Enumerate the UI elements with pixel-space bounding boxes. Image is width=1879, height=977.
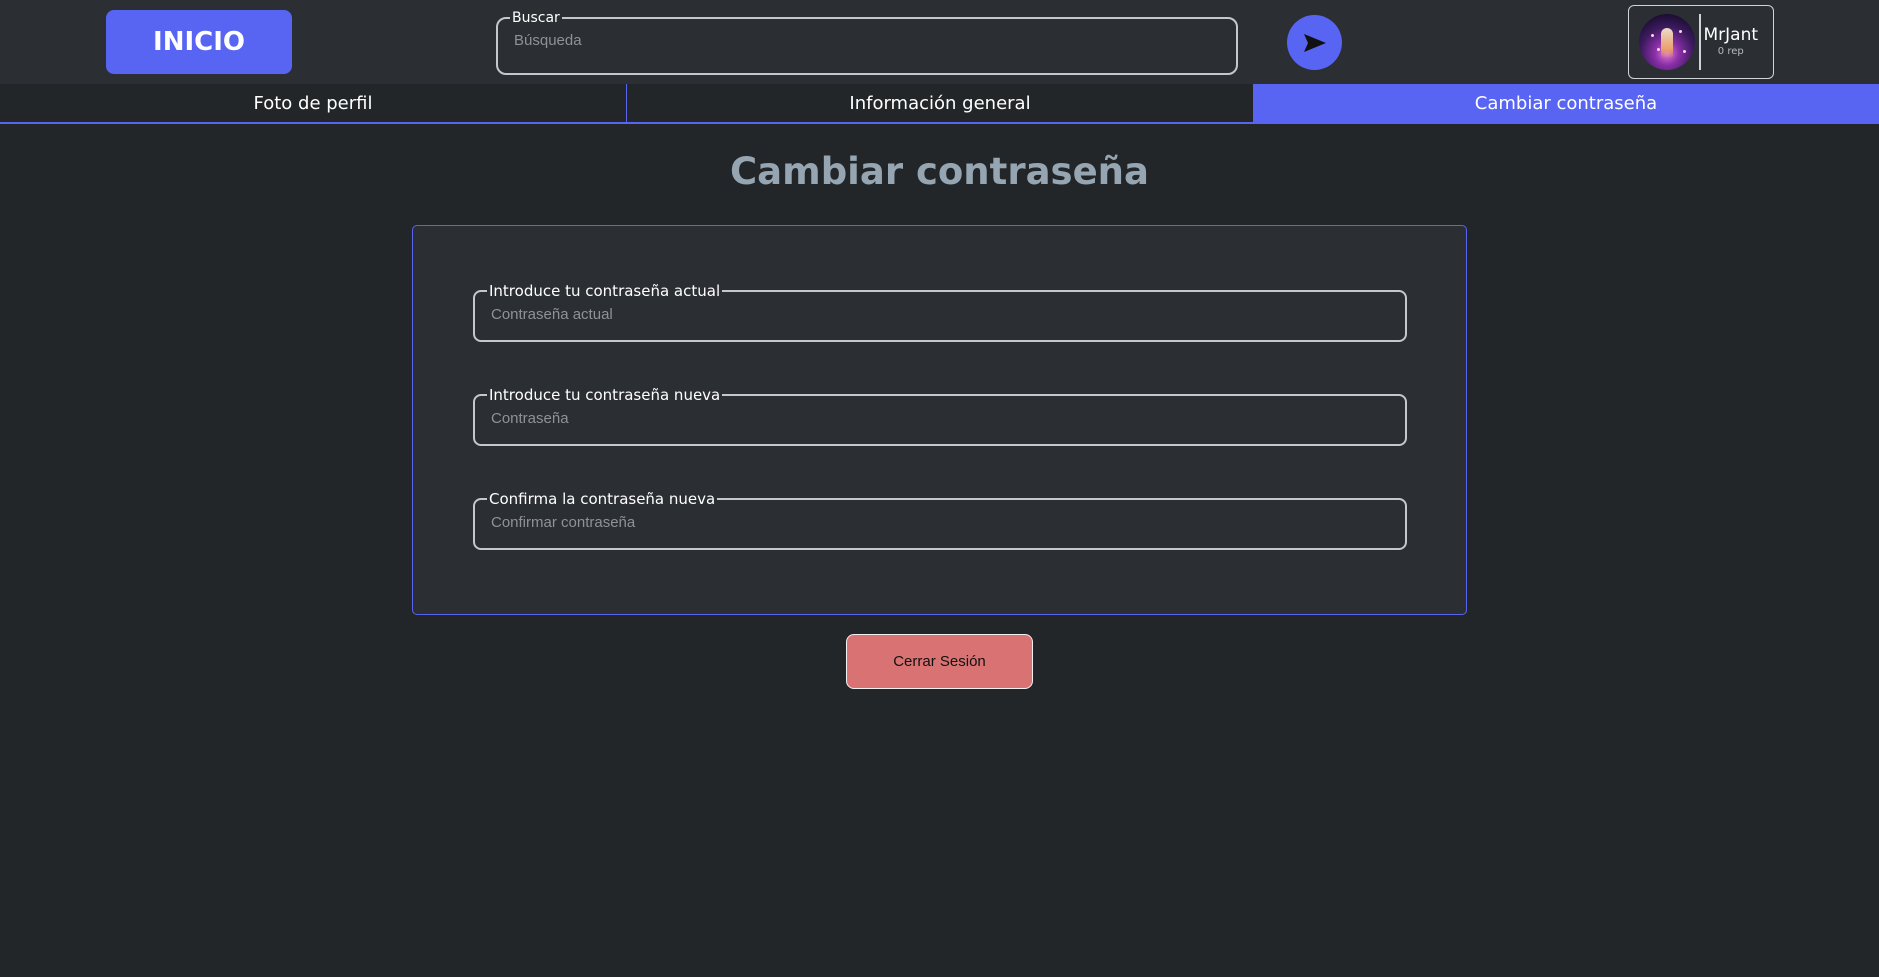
new-password-legend: Introduce tu contraseña nueva bbox=[489, 386, 721, 404]
search-legend: Buscar bbox=[512, 10, 560, 26]
search-field[interactable]: Buscar bbox=[496, 10, 1238, 75]
confirm-password-field[interactable]: Confirma la contraseña nueva bbox=[473, 490, 1407, 550]
confirm-password-legend: Confirma la contraseña nueva bbox=[489, 490, 716, 508]
current-password-legend: Introduce tu contraseña actual bbox=[489, 282, 721, 300]
send-arrow-icon bbox=[1303, 33, 1326, 52]
current-password-field[interactable]: Introduce tu contraseña actual bbox=[473, 282, 1407, 342]
profile-username: MrJant bbox=[1703, 25, 1759, 45]
confirm-password-input[interactable] bbox=[489, 508, 1391, 531]
tab-change-password[interactable]: Cambiar contraseña bbox=[1253, 84, 1879, 122]
profile-card[interactable]: MrJant 0 rep bbox=[1628, 5, 1774, 79]
tab-profile-photo[interactable]: Foto de perfil bbox=[0, 84, 626, 122]
settings-tabs: Foto de perfil Información general Cambi… bbox=[0, 84, 1879, 124]
search-submit-button[interactable] bbox=[1287, 15, 1342, 70]
new-password-field[interactable]: Introduce tu contraseña nueva bbox=[473, 386, 1407, 446]
page-title: Cambiar contraseña bbox=[730, 150, 1149, 193]
search-input[interactable] bbox=[512, 26, 1222, 49]
new-password-input[interactable] bbox=[489, 404, 1391, 427]
profile-divider bbox=[1699, 14, 1701, 70]
current-password-input[interactable] bbox=[489, 300, 1391, 323]
profile-reputation: 0 rep bbox=[1717, 46, 1744, 57]
top-header: INICIO Buscar MrJant 0 rep bbox=[0, 0, 1879, 84]
password-form-card: Introduce tu contraseña actual Introduce… bbox=[412, 225, 1467, 615]
avatar[interactable] bbox=[1639, 14, 1695, 70]
profile-info: MrJant 0 rep bbox=[1704, 25, 1759, 59]
tab-general-info[interactable]: Información general bbox=[626, 84, 1253, 122]
logout-button[interactable]: Cerrar Sesión bbox=[846, 634, 1033, 689]
home-button[interactable]: INICIO bbox=[106, 10, 292, 74]
